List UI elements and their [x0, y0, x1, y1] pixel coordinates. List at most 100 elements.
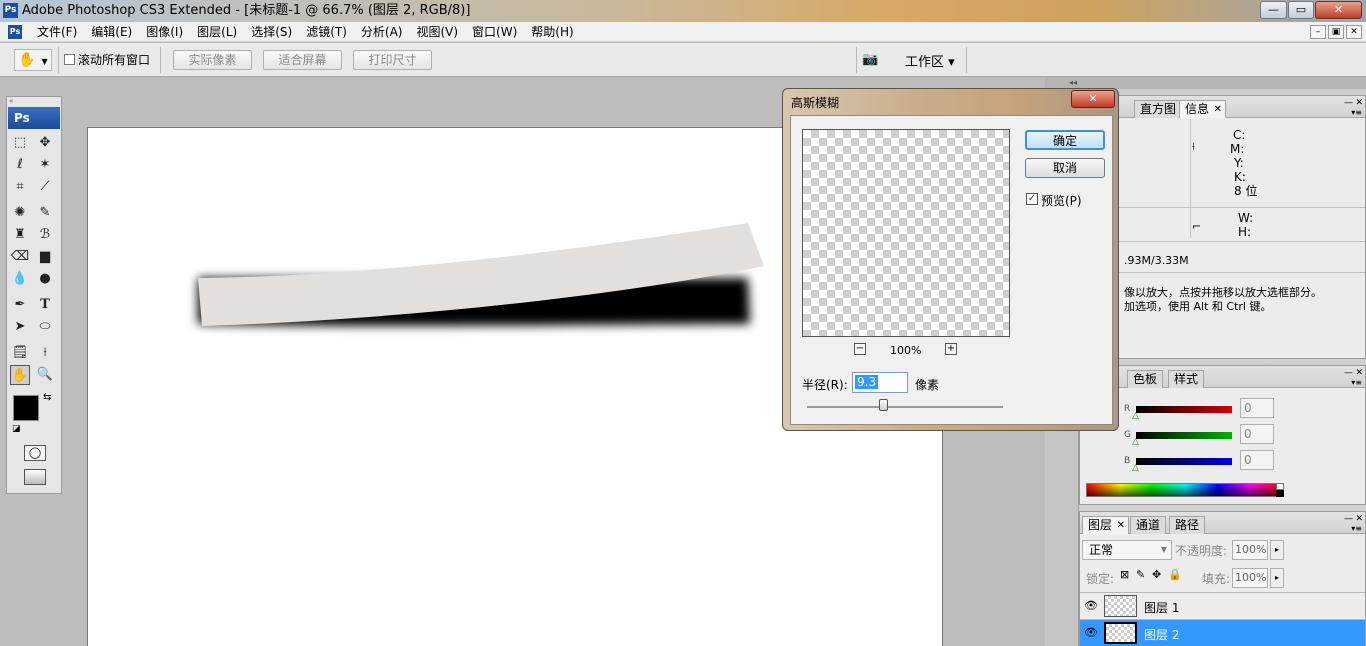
preview-area[interactable]	[802, 129, 1010, 337]
menu-layer[interactable]: 图层(L)	[190, 22, 244, 42]
doc-restore-icon[interactable]: ▣	[1328, 25, 1344, 39]
visibility-eye-icon[interactable]: 👁	[1084, 599, 1098, 612]
menu-edit[interactable]: 编辑(E)	[84, 22, 139, 42]
crop-tool-icon[interactable]: ⌗	[10, 177, 30, 197]
cancel-button[interactable]: 取消	[1025, 158, 1105, 178]
blend-mode-select[interactable]: 正常 ▼	[1082, 540, 1172, 560]
zoom-in-button[interactable]: +	[945, 343, 957, 355]
red-slider-track[interactable]	[1136, 406, 1232, 413]
fit-screen-button[interactable]: 适合屏幕	[263, 50, 342, 70]
red-value-field[interactable]: 0	[1240, 398, 1274, 418]
blue-slider-handle[interactable]: △	[1132, 463, 1139, 473]
tab-info[interactable]: 信息 ✕	[1179, 100, 1227, 118]
healing-brush-icon[interactable]: ✺	[10, 203, 30, 223]
radius-slider-handle[interactable]	[879, 399, 889, 411]
close-icon[interactable]: ✕	[1117, 517, 1125, 534]
workspace-menu[interactable]: 工作区 ▾	[905, 51, 955, 70]
slice-tool-icon[interactable]: ⟋	[35, 177, 55, 197]
marquee-tool-icon[interactable]: ⬚	[10, 133, 30, 153]
doc-minimize-icon[interactable]: –	[1310, 25, 1326, 39]
blue-value-field[interactable]: 0	[1240, 450, 1274, 470]
radius-slider-track[interactable]	[807, 406, 1003, 408]
opacity-field[interactable]: 100%	[1232, 540, 1268, 560]
color-ramp[interactable]	[1086, 483, 1284, 497]
screen-mode-icon[interactable]	[24, 469, 46, 485]
panel-minimize-icon[interactable]: —	[1344, 368, 1353, 378]
dialog-close-icon[interactable]: ✕	[1071, 90, 1115, 108]
panel-close-icon[interactable]: ✕	[1355, 368, 1363, 378]
lock-all-icon[interactable]: 🔒	[1168, 568, 1182, 581]
type-tool-icon[interactable]: T	[35, 295, 55, 315]
menu-help[interactable]: 帮助(H)	[524, 22, 580, 42]
quick-mask-icon[interactable]: ◯	[24, 445, 46, 461]
history-brush-icon[interactable]: ℬ	[35, 225, 55, 245]
white-swatch[interactable]	[1276, 483, 1284, 490]
menu-analysis[interactable]: 分析(A)	[354, 22, 410, 42]
panel-close-icon[interactable]: ✕	[1355, 514, 1363, 524]
menu-file[interactable]: 文件(F)	[30, 22, 84, 42]
close-icon[interactable]: ✕	[1214, 101, 1222, 118]
doc-close-icon[interactable]: ✕	[1346, 25, 1362, 39]
lasso-tool-icon[interactable]: ℓ	[10, 155, 30, 175]
layer-row[interactable]: 👁 图层 1	[1080, 592, 1365, 619]
scroll-all-windows-checkbox[interactable]	[64, 54, 75, 65]
eyedropper-icon[interactable]: ⟊	[35, 343, 55, 363]
minimize-icon[interactable]: —	[1260, 1, 1287, 19]
blue-slider-track[interactable]	[1136, 458, 1232, 465]
zoom-out-button[interactable]: −	[854, 343, 866, 355]
move-tool-icon[interactable]: ✥	[35, 133, 55, 153]
green-slider-handle[interactable]: △	[1132, 437, 1139, 447]
tab-channels[interactable]: 通道	[1130, 516, 1167, 534]
preview-checkbox[interactable]: ✓	[1026, 193, 1038, 205]
tab-swatches[interactable]: 色板	[1127, 370, 1164, 388]
ellipse-tool-icon[interactable]: ⬭	[35, 317, 55, 337]
close-icon[interactable]: ✕	[1315, 1, 1362, 19]
opacity-arrow-icon[interactable]: ▸	[1270, 540, 1284, 560]
pen-tool-icon[interactable]: ✒	[10, 295, 30, 315]
panel-menu-icon[interactable]: ▾≡	[1351, 108, 1362, 117]
menu-filter[interactable]: 滤镜(T)	[299, 22, 354, 42]
bridge-icon[interactable]: 📷	[862, 50, 886, 70]
hand-tool-icon[interactable]: ✋	[10, 365, 30, 385]
visibility-eye-icon[interactable]: 👁	[1084, 626, 1098, 639]
actual-pixels-button[interactable]: 实际像素	[173, 50, 252, 70]
green-value-field[interactable]: 0	[1240, 424, 1274, 444]
fill-field[interactable]: 100%	[1232, 568, 1268, 588]
zoom-tool-icon[interactable]: 🔍	[35, 365, 55, 385]
document-icon[interactable]: Ps	[8, 25, 22, 39]
eraser-tool-icon[interactable]: ⌫	[10, 247, 30, 267]
menu-view[interactable]: 视图(V)	[409, 22, 465, 42]
foreground-color-swatch[interactable]	[13, 395, 39, 421]
panel-menu-icon[interactable]: ▾≡	[1351, 524, 1362, 533]
maximize-icon[interactable]: ▭	[1288, 1, 1314, 19]
clone-stamp-icon[interactable]: ♜	[10, 225, 30, 245]
swap-colors-icon[interactable]: ⇆	[43, 392, 51, 403]
layer-row-selected[interactable]: 👁 图层 2	[1080, 619, 1365, 646]
default-colors-icon[interactable]: ◪	[12, 424, 21, 434]
brush-tool-icon[interactable]: ✎	[35, 203, 55, 223]
lock-pixels-icon[interactable]: ✎	[1136, 568, 1145, 581]
magic-wand-icon[interactable]: ✶	[35, 155, 55, 175]
lock-position-icon[interactable]: ✥	[1152, 568, 1161, 581]
radius-input[interactable]: 9.3	[852, 372, 908, 393]
red-slider-handle[interactable]: △	[1132, 411, 1139, 421]
tab-layers[interactable]: 图层 ✕	[1082, 516, 1130, 534]
black-swatch[interactable]	[1276, 490, 1284, 497]
print-size-button[interactable]: 打印尺寸	[353, 50, 432, 70]
menu-image[interactable]: 图像(I)	[139, 22, 190, 42]
panel-close-icon[interactable]: ✕	[1355, 98, 1363, 108]
menu-select[interactable]: 选择(S)	[244, 22, 299, 42]
menu-window[interactable]: 窗口(W)	[465, 22, 524, 42]
green-slider-track[interactable]	[1136, 432, 1232, 439]
gradient-tool-icon[interactable]: ▆	[35, 247, 55, 267]
notes-tool-icon[interactable]: 🗒	[10, 343, 30, 363]
panel-minimize-icon[interactable]: —	[1344, 514, 1353, 524]
tab-styles[interactable]: 样式	[1168, 370, 1205, 388]
panel-minimize-icon[interactable]: —	[1344, 98, 1353, 108]
tab-paths[interactable]: 路径	[1169, 516, 1206, 534]
path-selection-icon[interactable]: ➤	[10, 317, 30, 337]
ok-button[interactable]: 确定	[1025, 130, 1105, 150]
tab-histogram[interactable]: 直方图	[1134, 100, 1183, 118]
fill-arrow-icon[interactable]: ▸	[1270, 568, 1284, 588]
dodge-tool-icon[interactable]: ●	[35, 269, 55, 289]
